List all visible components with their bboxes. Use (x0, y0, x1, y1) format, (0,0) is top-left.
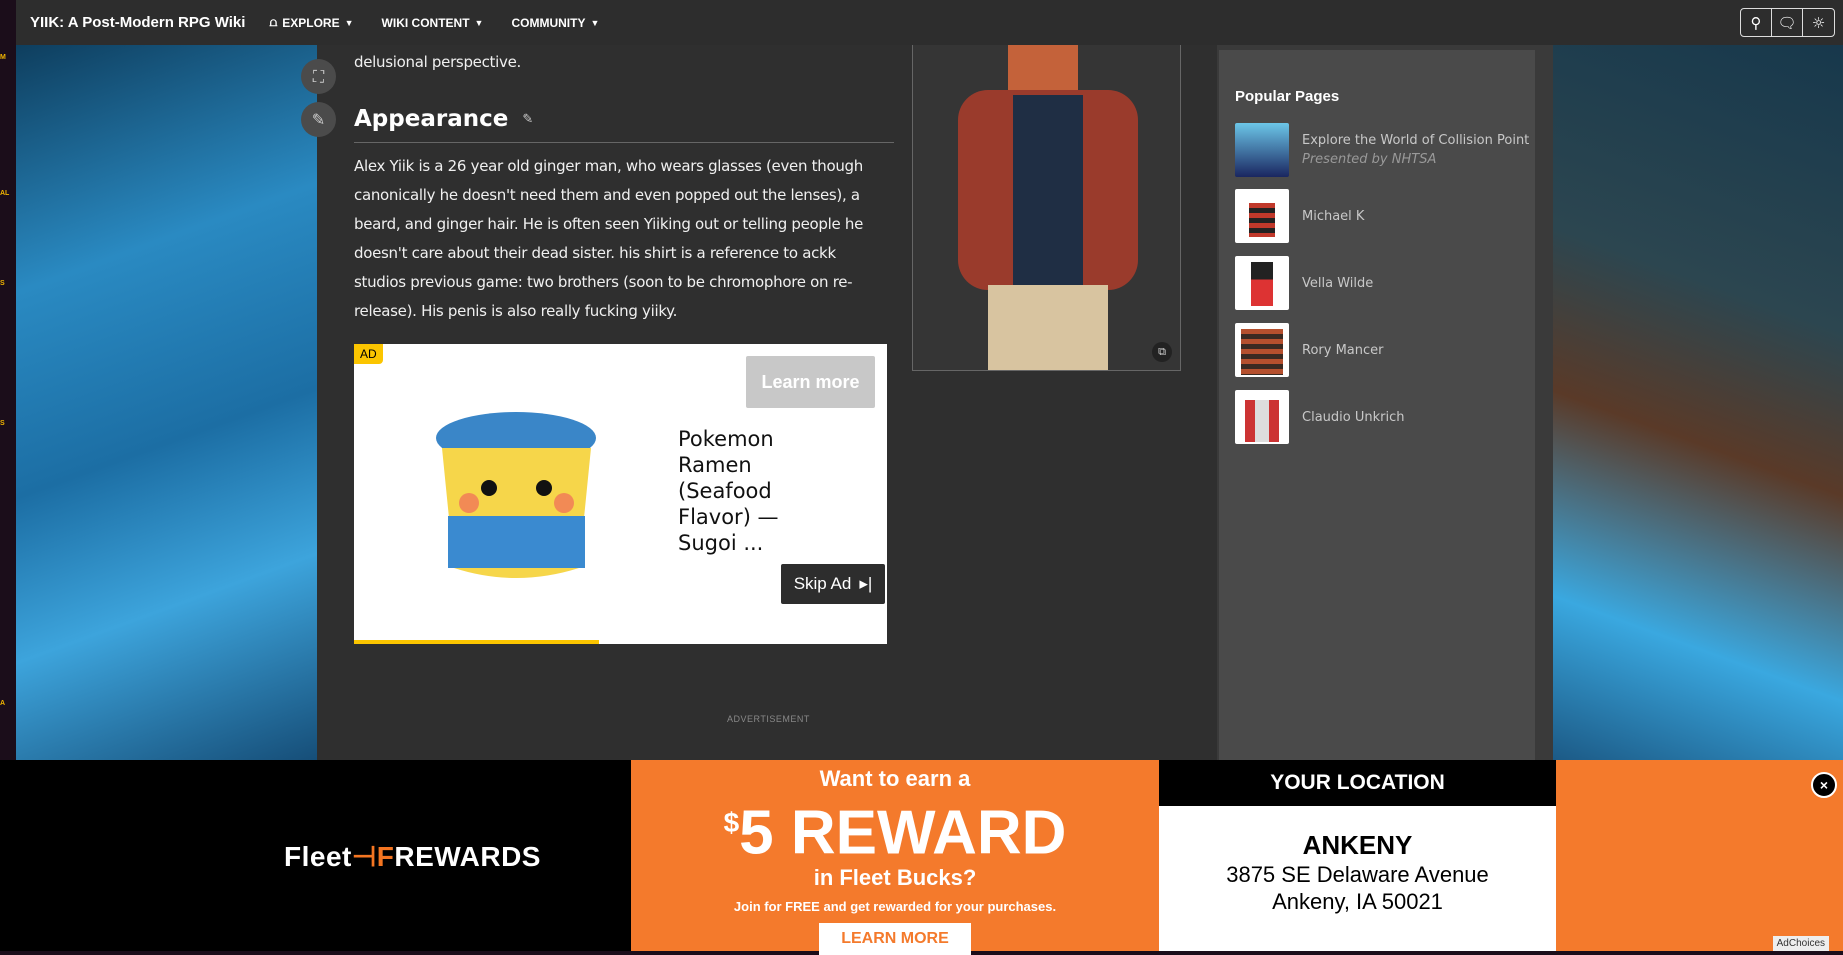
offer-description: Join for FREE and get rewarded for your … (733, 898, 1057, 914)
page-link[interactable]: Claudio Unkrich (1302, 410, 1404, 425)
background-art-right (1553, 45, 1843, 760)
expand-icon: ⛶ (312, 66, 325, 86)
popular-page-item[interactable]: Claudio Unkrich (1235, 390, 1404, 444)
skip-next-icon: ▸| (859, 574, 873, 593)
chevron-down-icon: ▼ (344, 17, 354, 28)
location-city: ANKENY (1302, 830, 1413, 860)
amount-text: 5 REWARD (739, 798, 1067, 868)
page-thumbnail (1235, 256, 1289, 310)
background-art-left (16, 45, 317, 760)
page-thumbnail (1235, 323, 1289, 377)
popular-page-item[interactable]: Explore the World of Collision Point Pres… (1235, 123, 1529, 177)
ad-title[interactable]: Pokemon Ramen (Seafood Flavor) — Sugoi .… (678, 426, 798, 556)
divider (354, 142, 894, 143)
learn-more-cta[interactable]: LEARN MORE (819, 922, 971, 955)
page-link[interactable]: Rory Mancer (1302, 343, 1384, 358)
advertisement-label: ADVERTISEMENT (727, 714, 810, 724)
edit-button[interactable]: ✎ (301, 102, 336, 137)
chevron-down-icon: ▼ (590, 17, 600, 28)
character-portrait (958, 45, 1138, 370)
location-header: YOUR LOCATION (1159, 760, 1556, 806)
page-thumbnail (1235, 390, 1289, 444)
sponsor-text: Presented by NHTSA (1302, 152, 1437, 167)
offer-amount: $5 REWARD (631, 792, 1159, 865)
close-ad-icon[interactable]: × (1811, 772, 1837, 798)
nav-label: WIKI CONTENT (381, 15, 470, 30)
nav-wiki-content[interactable]: WIKI CONTENT ▼ (382, 16, 484, 30)
text-line: canonically he doesn't need them and eve… (354, 186, 860, 204)
theme-icon[interactable]: ☼ (1803, 9, 1834, 36)
location-panel: YOUR LOCATION ANKENY 3875 SE Delaware Av… (1159, 760, 1556, 951)
nav-label: EXPLORE (282, 15, 340, 30)
fleet-rewards-logo: Fleet⊣FREWARDS (284, 841, 541, 872)
appearance-paragraph: Alex Yiik is a 26 year old ginger man, w… (354, 152, 899, 326)
banner-filler (1556, 760, 1843, 951)
discussions-icon[interactable]: 🗨 (1772, 9, 1803, 36)
nav-label: COMMUNITY (511, 15, 586, 30)
video-ad[interactable]: AD Learn more Pokemon Ramen (Seafood Fla… (354, 344, 887, 644)
explore-icon: ⩍ (269, 15, 278, 29)
text-line: studios previous game: two brothers (soo… (354, 273, 853, 291)
reward-offer: Want to earn a $5 REWARD in Fleet Bucks?… (631, 760, 1159, 955)
edit-section-icon[interactable]: ✎ (522, 112, 533, 127)
page-thumbnail (1235, 189, 1289, 243)
top-navigation: YIIK: A Post-Modern RPG Wiki ⩍ EXPLORE ▼ W… (16, 0, 1843, 45)
pencil-icon: ✎ (311, 110, 326, 129)
learn-more-button[interactable]: Learn more (746, 356, 875, 408)
popular-page-item[interactable]: Michael K (1235, 189, 1364, 243)
text-line: doesn't care about their dead sister. hi… (354, 244, 836, 262)
text-line: beard, and ginger hair. He is often seen… (354, 215, 864, 233)
section-heading: Appearance ✎ (354, 106, 533, 132)
nav-explore[interactable]: ⩍ EXPLORE ▼ (269, 15, 353, 30)
site-title[interactable]: YIIK: A Post-Modern RPG Wiki (30, 14, 245, 31)
page-link[interactable]: Vella Wilde (1302, 276, 1373, 291)
location-address: 3875 SE Delaware Avenue (1226, 862, 1489, 887)
product-image (436, 412, 596, 578)
left-strip: M AL S S A (0, 0, 16, 760)
popular-pages-title: Popular Pages (1235, 88, 1340, 105)
infobox-image[interactable]: ⧉ (912, 45, 1181, 371)
ad-progress-bar (354, 640, 600, 644)
fullscreen-button[interactable]: ⛶ (301, 59, 336, 94)
page-thumbnail (1235, 123, 1289, 177)
chevron-down-icon: ▼ (474, 17, 484, 28)
popular-page-item[interactable]: Vella Wilde (1235, 256, 1373, 310)
search-icon[interactable]: ⚲ (1741, 9, 1772, 36)
nav-community[interactable]: COMMUNITY ▼ (511, 16, 599, 30)
skip-ad-button[interactable]: Skip Ad ▸| (781, 564, 885, 604)
intro-text: delusional perspective. (354, 53, 521, 71)
section-title: Appearance (354, 106, 509, 132)
text-line: Alex Yiik is a 26 year old ginger man, w… (354, 157, 863, 175)
ad-tag: AD (354, 344, 383, 364)
dollar-sign: $ (723, 807, 740, 838)
offer-line: in Fleet Bucks? (813, 864, 977, 890)
page-link[interactable]: Explore the World of Collision Point (1302, 133, 1529, 148)
location-address: Ankeny, IA 50021 (1272, 889, 1443, 914)
brand-text: Fleet (284, 841, 352, 872)
toolbar: ⚲ 🗨 ☼ (1740, 8, 1835, 37)
bottom-banner-ad[interactable]: Fleet⊣FREWARDS Want to earn a $5 REWARD … (0, 760, 1843, 955)
brand-text: REWARDS (394, 841, 541, 872)
offer-line: Want to earn a (819, 766, 971, 791)
text-line: release). His penis is also really fucki… (354, 302, 678, 320)
skip-label: Skip Ad (793, 574, 852, 593)
popular-page-item[interactable]: Rory Mancer (1235, 323, 1384, 377)
expand-image-icon[interactable]: ⧉ (1152, 342, 1172, 362)
page-link[interactable]: Michael K (1302, 209, 1364, 224)
adchoices-link[interactable]: AdChoices (1772, 936, 1829, 951)
